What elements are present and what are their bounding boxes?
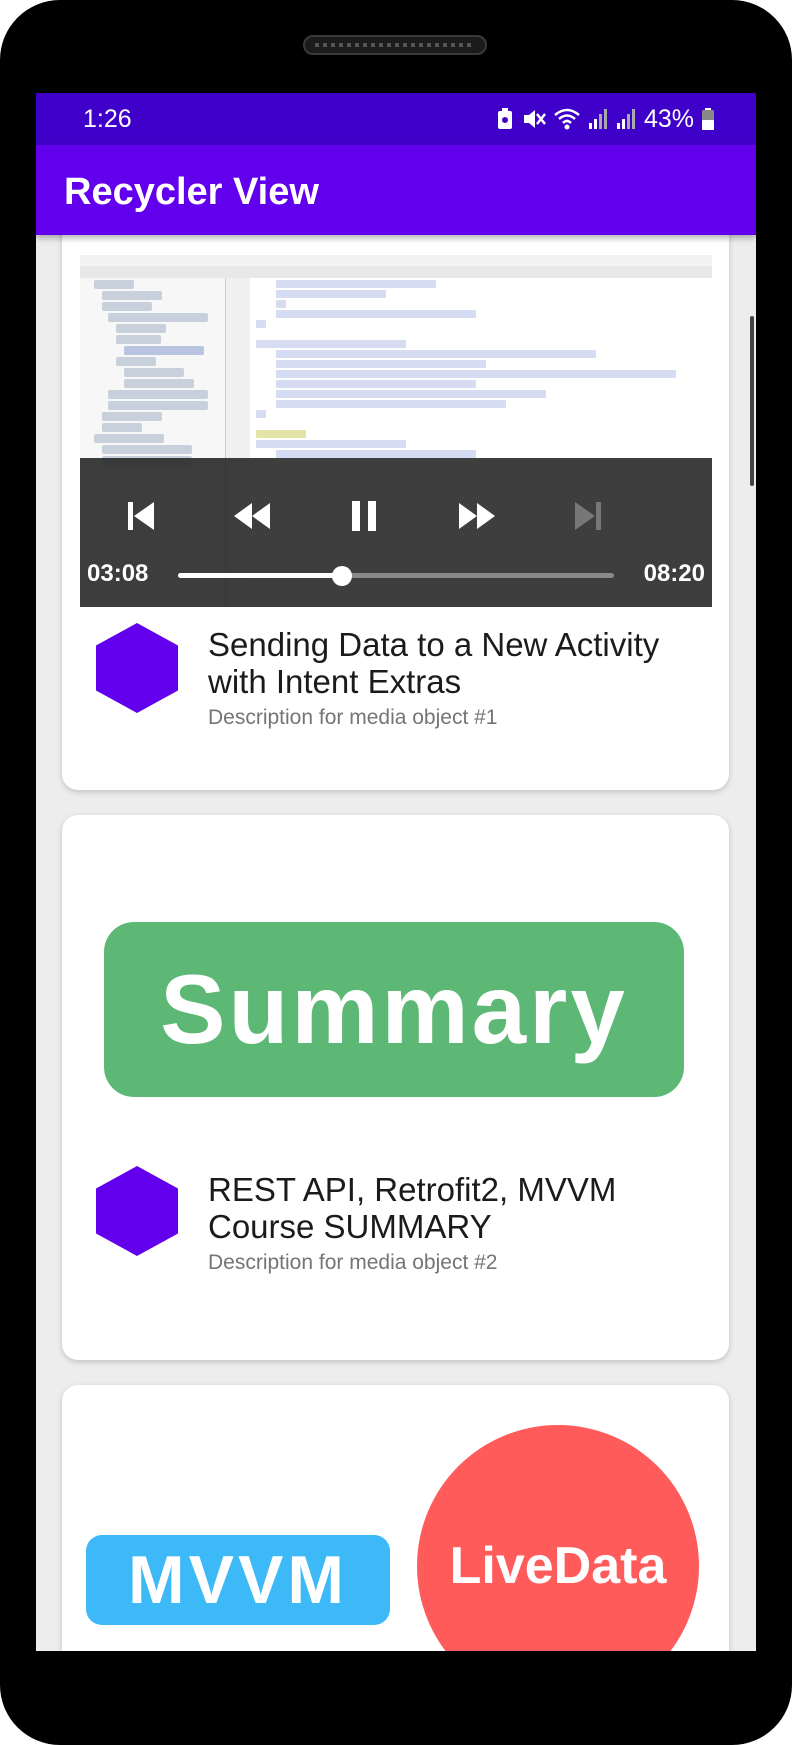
rewind-icon[interactable] xyxy=(228,491,278,541)
seek-bar[interactable] xyxy=(178,566,614,586)
signal-icon-1 xyxy=(588,109,607,129)
livedata-thumbnail: LiveData xyxy=(417,1425,699,1651)
skip-next-icon[interactable] xyxy=(563,491,613,541)
side-button xyxy=(750,316,754,486)
status-time: 1:26 xyxy=(83,105,132,133)
video-player[interactable]: 03:08 08:20 xyxy=(80,255,712,607)
item-title: REST API, Retrofit2, MVVM Course SUMMARY xyxy=(208,1171,617,1245)
seek-bar-thumb[interactable] xyxy=(331,566,352,586)
phone-frame: 1:26 43% Recycler View 03:08 08:20 Sendi… xyxy=(0,0,792,1745)
total-time: 08:20 xyxy=(643,560,705,587)
item-description: Description for media object #1 xyxy=(208,706,498,729)
item-title: Sending Data to a New Activity with Inte… xyxy=(208,626,660,700)
media-card-2[interactable]: Summary REST API, Retrofit2, MVVM Course… xyxy=(62,815,729,1360)
fast-forward-icon[interactable] xyxy=(451,491,501,541)
earpiece-speaker xyxy=(303,35,487,55)
battery-percent: 43% xyxy=(643,104,694,133)
pause-icon[interactable] xyxy=(339,491,389,541)
item-description: Description for media object #2 xyxy=(208,1251,498,1274)
app-title: Recycler View xyxy=(64,171,319,213)
seek-bar-progress xyxy=(178,573,342,578)
status-icons: 43% xyxy=(496,103,714,135)
app-bar: Recycler View xyxy=(36,145,756,235)
status-bar: 1:26 43% xyxy=(36,93,756,145)
current-time: 03:08 xyxy=(87,560,149,587)
mute-icon xyxy=(523,110,546,128)
hexagon-icon xyxy=(96,1166,178,1256)
video-frame-menubar xyxy=(80,255,712,266)
hexagon-icon xyxy=(96,623,178,713)
recycler-list[interactable]: 03:08 08:20 Sending Data to a New Activi… xyxy=(36,235,756,1651)
media-card-3[interactable]: MVVM LiveData xyxy=(62,1385,729,1651)
player-controls: 03:08 08:20 xyxy=(80,458,712,607)
signal-icon-2 xyxy=(616,109,635,129)
skip-previous-icon[interactable] xyxy=(116,491,166,541)
screen: 1:26 43% Recycler View 03:08 08:20 Sendi… xyxy=(36,93,756,1651)
battery-saver-icon xyxy=(497,108,512,129)
battery-icon xyxy=(702,108,714,130)
media-card-1[interactable]: 03:08 08:20 Sending Data to a New Activi… xyxy=(62,235,729,790)
mvvm-thumbnail: MVVM xyxy=(86,1535,390,1625)
summary-thumbnail: Summary xyxy=(104,922,684,1097)
wifi-icon xyxy=(554,108,580,130)
